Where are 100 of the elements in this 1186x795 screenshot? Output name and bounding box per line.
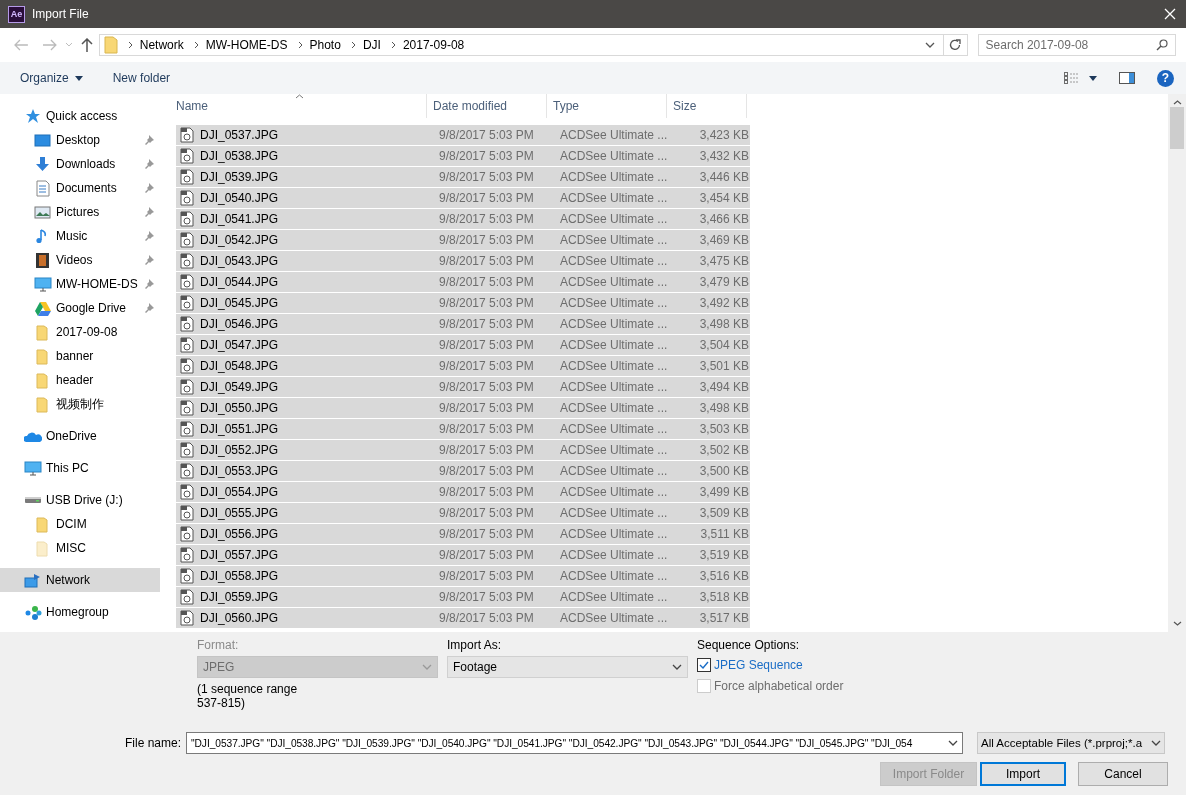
column-header[interactable]: Type: [547, 94, 667, 118]
file-row[interactable]: DJI_0548.JPG 9/8/2017 5:03 PM ACDSee Ultimate ... 3,501 KB: [176, 356, 750, 377]
file-row[interactable]: DJI_0549.JPG 9/8/2017 5:03 PM ACDSee Ultimate ... 3,494 KB: [176, 377, 750, 398]
section-label: Sequence Options:: [697, 638, 801, 652]
help-icon[interactable]: ?: [1157, 69, 1174, 87]
nav-item[interactable]: This PC: [0, 456, 160, 480]
breadcrumb-item[interactable]: DJI: [356, 38, 387, 52]
file-size: 3,500 KB: [698, 464, 749, 478]
pin-icon[interactable]: [144, 159, 154, 169]
file-row[interactable]: DJI_0546.JPG 9/8/2017 5:03 PM ACDSee Ultimate ... 3,498 KB: [176, 314, 750, 335]
image-file-icon: [179, 589, 195, 605]
file-row[interactable]: DJI_0550.JPG 9/8/2017 5:03 PM ACDSee Ultimate ... 3,498 KB: [176, 398, 750, 419]
nav-item[interactable]: Pictures: [0, 200, 160, 224]
forward-arrow-icon[interactable]: [42, 39, 57, 51]
file-row[interactable]: DJI_0540.JPG 9/8/2017 5:03 PM ACDSee Ultimate ... 3,454 KB: [176, 188, 750, 209]
nav-item[interactable]: Homegroup: [0, 600, 160, 624]
date-modified: 9/8/2017 5:03 PM: [438, 233, 535, 247]
sort-caret-icon[interactable]: [295, 94, 304, 99]
nav-item[interactable]: Quick access: [0, 104, 160, 128]
file-name: DJI_0540.JPG: [200, 191, 280, 205]
nav-item[interactable]: header: [0, 368, 160, 392]
file-row[interactable]: DJI_0539.JPG 9/8/2017 5:03 PM ACDSee Ultimate ... 3,446 KB: [176, 167, 750, 188]
breadcrumb-item[interactable]: 2017-09-08: [396, 38, 471, 52]
pin-icon[interactable]: [144, 279, 154, 289]
dropdown-caret-icon[interactable]: [64, 42, 73, 48]
file-row[interactable]: DJI_0552.JPG 9/8/2017 5:03 PM ACDSee Ultimate ... 3,502 KB: [176, 440, 750, 461]
column-header[interactable]: Name: [170, 94, 427, 118]
refresh-icon[interactable]: [949, 39, 962, 51]
file-row[interactable]: DJI_0556.JPG 9/8/2017 5:03 PM ACDSee Ultimate ... 3,511 KB: [176, 524, 750, 545]
dialog-button[interactable]: Import: [980, 762, 1066, 786]
nav-item[interactable]: Documents: [0, 176, 160, 200]
close-icon[interactable]: [1164, 8, 1176, 20]
file-type: ACDSee Ultimate ...: [559, 506, 669, 520]
nav-item[interactable]: MISC: [0, 536, 160, 560]
file-type: ACDSee Ultimate ...: [559, 233, 669, 247]
scroll-up-icon[interactable]: [1172, 100, 1182, 105]
pin-icon[interactable]: [144, 207, 154, 217]
breadcrumb-item[interactable]: MW-HOME-DS: [199, 38, 294, 52]
file-name-field[interactable]: "DJI_0537.JPG" "DJI_0538.JPG" "DJI_0539.JPG" "DJI_0540.JPG" "DJI_0541.JPG" "DJI_0542.JPG" "DJI_0543.JPG" "DJI_0544.JPG" "DJI_0545.JPG" "DJI_054: [186, 732, 963, 754]
file-row[interactable]: DJI_0544.JPG 9/8/2017 5:03 PM ACDSee Ultimate ... 3,479 KB: [176, 272, 750, 293]
chevron-down-icon[interactable]: [948, 740, 958, 746]
nav-item[interactable]: Google Drive: [0, 296, 160, 320]
nav-item[interactable]: Network: [0, 568, 160, 592]
file-row[interactable]: DJI_0538.JPG 9/8/2017 5:03 PM ACDSee Ultimate ... 3,432 KB: [176, 146, 750, 167]
pin-icon[interactable]: [144, 183, 154, 193]
nav-item[interactable]: USB Drive (J:): [0, 488, 160, 512]
search-field[interactable]: Search 2017-09-08: [977, 34, 1176, 56]
up-arrow-icon[interactable]: [80, 38, 93, 52]
date-modified: 9/8/2017 5:03 PM: [438, 401, 535, 415]
file-row[interactable]: DJI_0557.JPG 9/8/2017 5:03 PM ACDSee Ultimate ... 3,519 KB: [176, 545, 750, 566]
file-row[interactable]: DJI_0559.JPG 9/8/2017 5:03 PM ACDSee Ultimate ... 3,518 KB: [176, 587, 750, 608]
file-type-dropdown[interactable]: All Acceptable Files (*.prproj;*.a: [977, 732, 1165, 754]
dropdown-chevron-icon[interactable]: [924, 42, 935, 48]
caret-icon[interactable]: [1089, 75, 1097, 81]
import-as-dropdown[interactable]: Footage: [447, 656, 688, 678]
file-row[interactable]: DJI_0555.JPG 9/8/2017 5:03 PM ACDSee Ultimate ... 3,509 KB: [176, 503, 750, 524]
search-icon[interactable]: [1156, 39, 1168, 51]
nav-item[interactable]: Downloads: [0, 152, 160, 176]
nav-item[interactable]: 视频制作: [0, 392, 160, 416]
chevron-right-icon: [127, 41, 133, 49]
nav-item[interactable]: OneDrive: [0, 424, 160, 448]
nav-item[interactable]: Videos: [0, 248, 160, 272]
pin-icon[interactable]: [144, 231, 154, 241]
file-row[interactable]: DJI_0543.JPG 9/8/2017 5:03 PM ACDSee Ultimate ... 3,475 KB: [176, 251, 750, 272]
file-row[interactable]: DJI_0553.JPG 9/8/2017 5:03 PM ACDSee Ultimate ... 3,500 KB: [176, 461, 750, 482]
file-row[interactable]: DJI_0560.JPG 9/8/2017 5:03 PM ACDSee Ultimate ... 3,517 KB: [176, 608, 750, 629]
file-row[interactable]: DJI_0545.JPG 9/8/2017 5:03 PM ACDSee Ultimate ... 3,492 KB: [176, 293, 750, 314]
date-modified: 9/8/2017 5:03 PM: [438, 380, 535, 394]
scroll-down-icon[interactable]: [1172, 621, 1182, 626]
preview-pane-icon[interactable]: [1119, 72, 1135, 84]
file-row[interactable]: DJI_0551.JPG 9/8/2017 5:03 PM ACDSee Ultimate ... 3,503 KB: [176, 419, 750, 440]
organize-menu-button[interactable]: Organize: [20, 71, 83, 85]
breadcrumb-item[interactable]: Network: [133, 38, 190, 52]
nav-item[interactable]: 2017-09-08: [0, 320, 160, 344]
nav-item[interactable]: banner: [0, 344, 160, 368]
pin-icon[interactable]: [144, 135, 154, 145]
checkbox[interactable]: [697, 658, 711, 672]
view-options-icon[interactable]: [1064, 72, 1079, 84]
file-row[interactable]: DJI_0537.JPG 9/8/2017 5:03 PM ACDSee Ultimate ... 3,423 KB: [176, 125, 750, 146]
file-name: DJI_0538.JPG: [200, 149, 280, 163]
dialog-button[interactable]: Cancel: [1078, 762, 1168, 786]
file-row[interactable]: DJI_0547.JPG 9/8/2017 5:03 PM ACDSee Ultimate ... 3,504 KB: [176, 335, 750, 356]
column-header[interactable]: Size: [667, 94, 747, 118]
column-header[interactable]: Date modified: [427, 94, 547, 118]
nav-item[interactable]: Music: [0, 224, 160, 248]
pin-icon[interactable]: [144, 303, 154, 313]
scrollbar-thumb[interactable]: [1170, 107, 1184, 149]
scrollbar[interactable]: [1168, 94, 1186, 632]
nav-item[interactable]: Desktop: [0, 128, 160, 152]
back-arrow-icon[interactable]: [14, 39, 28, 51]
checkbox-label[interactable]: JPEG Sequence: [714, 658, 803, 672]
breadcrumb-item[interactable]: Photo: [303, 38, 347, 52]
file-row[interactable]: DJI_0558.JPG 9/8/2017 5:03 PM ACDSee Ultimate ... 3,516 KB: [176, 566, 750, 587]
file-row[interactable]: DJI_0542.JPG 9/8/2017 5:03 PM ACDSee Ultimate ... 3,469 KB: [176, 230, 750, 251]
new-folder-button[interactable]: New folder: [112, 71, 171, 85]
nav-item[interactable]: MW-HOME-DS: [0, 272, 160, 296]
file-row[interactable]: DJI_0541.JPG 9/8/2017 5:03 PM ACDSee Ultimate ... 3,466 KB: [176, 209, 750, 230]
pin-icon[interactable]: [144, 255, 154, 265]
nav-item[interactable]: DCIM: [0, 512, 160, 536]
file-row[interactable]: DJI_0554.JPG 9/8/2017 5:03 PM ACDSee Ultimate ... 3,499 KB: [176, 482, 750, 503]
